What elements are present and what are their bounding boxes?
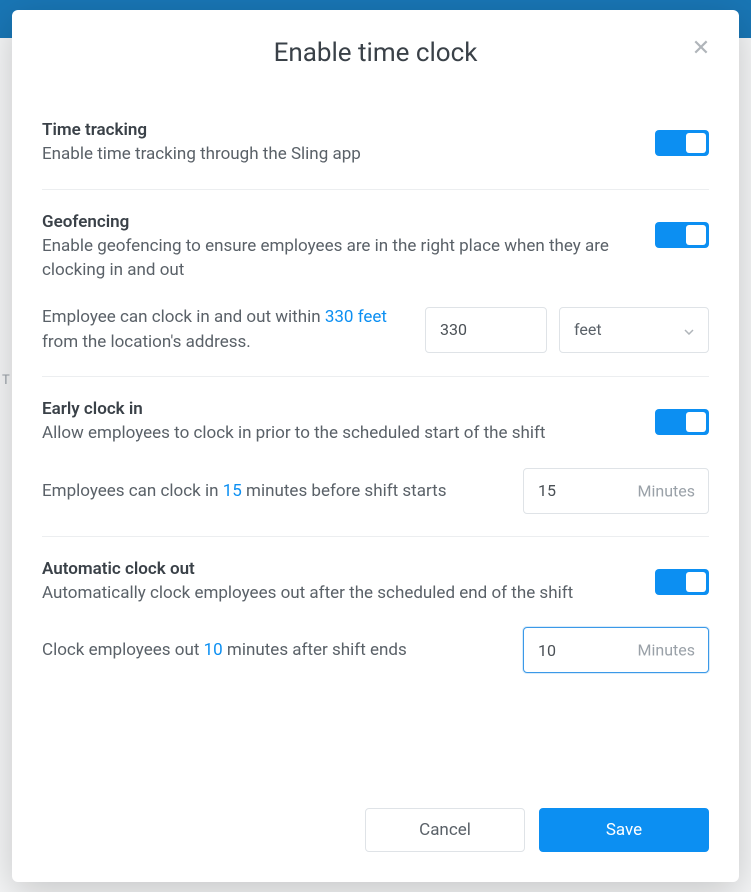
section-early-clock-in: Early clock in Allow employees to clock … [42,377,709,537]
geofencing-unit-value: feet [574,320,602,339]
geofencing-title: Geofencing [42,212,635,232]
early-clock-in-toggle[interactable] [655,409,709,435]
geofencing-unit-select[interactable]: feet [559,307,709,353]
time-tracking-desc: Enable time tracking through the Sling a… [42,142,635,167]
modal-header: Enable time clock ✕ [12,10,739,88]
section-auto-clock-out: Automatic clock out Automatically clock … [42,537,709,696]
backdrop-left-text: T [2,373,10,388]
auto-clock-out-desc: Automatically clock employees out after … [42,581,635,606]
time-tracking-toggle[interactable] [655,130,709,156]
auto-clock-out-toggle[interactable] [655,569,709,595]
time-tracking-title: Time tracking [42,120,635,140]
save-button[interactable]: Save [539,808,709,852]
toggle-knob [686,412,706,432]
enable-time-clock-modal: Enable time clock ✕ Time tracking Enable… [12,10,739,882]
modal-body: Time tracking Enable time tracking throu… [12,88,739,808]
section-geofencing: Geofencing Enable geofencing to ensure e… [42,190,709,378]
close-button[interactable]: ✕ [687,34,715,62]
auto-clock-out-minutes-input[interactable] [523,627,709,673]
toggle-knob [686,572,706,592]
geofencing-distance-input[interactable] [425,307,547,353]
modal-title: Enable time clock [42,38,709,68]
toggle-knob [686,133,706,153]
section-time-tracking: Time tracking Enable time tracking throu… [42,98,709,190]
early-clock-in-desc: Allow employees to clock in prior to the… [42,421,635,446]
geofencing-desc: Enable geofencing to ensure employees ar… [42,234,635,283]
early-clock-in-title: Early clock in [42,399,635,419]
early-clock-in-minutes-input[interactable] [523,468,709,514]
early-clock-in-label: Employees can clock in 15 minutes before… [42,479,507,504]
auto-clock-out-title: Automatic clock out [42,559,635,579]
cancel-button[interactable]: Cancel [365,808,525,852]
toggle-knob [686,225,706,245]
chevron-down-icon [684,320,694,339]
auto-clock-out-label: Clock employees out 10 minutes after shi… [42,638,507,663]
close-icon: ✕ [692,36,710,61]
geofencing-distance-label: Employee can clock in and out within 330… [42,305,409,354]
geofencing-toggle[interactable] [655,222,709,248]
modal-footer: Cancel Save [12,808,739,882]
